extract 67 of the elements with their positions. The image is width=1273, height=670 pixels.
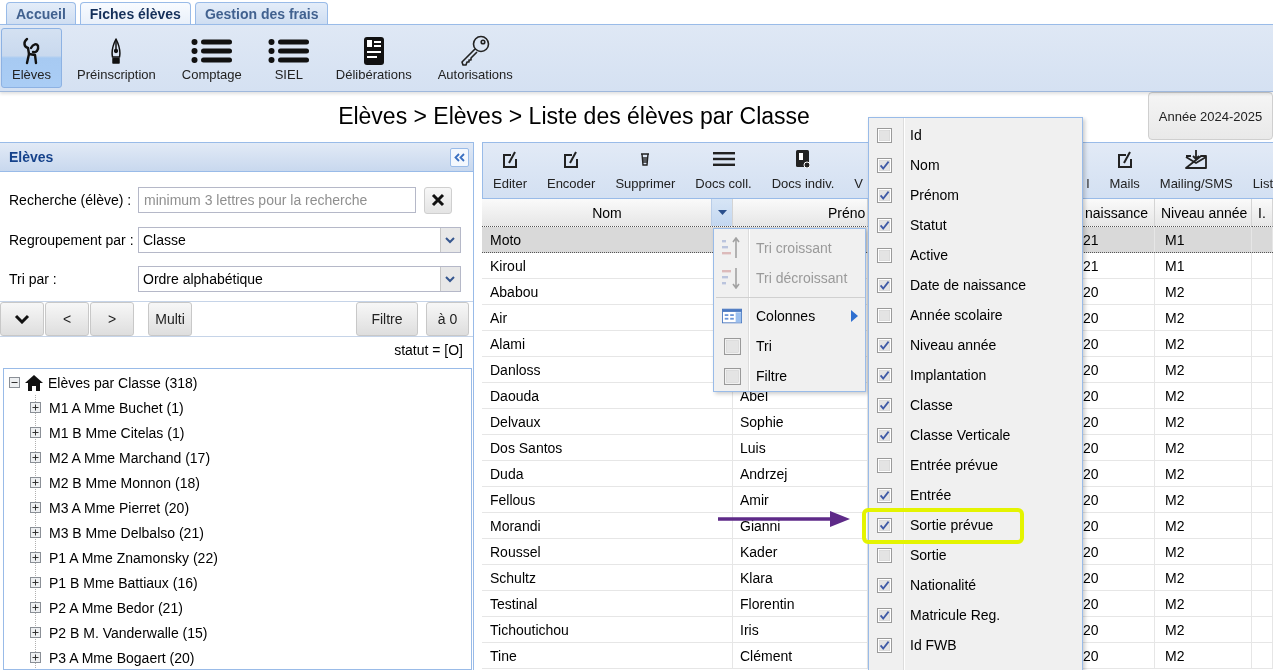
table-cell: Klara: [740, 569, 773, 586]
table-cell: 20: [1083, 647, 1099, 664]
table-cell: 20: [1083, 543, 1099, 560]
table-cell: 20: [1083, 465, 1099, 482]
table-cell: Sophie: [740, 413, 784, 430]
table-cell: Duda: [490, 465, 524, 482]
table-cell: M2: [1165, 465, 1185, 482]
table-cell: 21: [1083, 257, 1099, 274]
table-cell: Gianni: [740, 517, 781, 534]
table-cell: M2: [1165, 621, 1185, 638]
table-cell: M2: [1165, 335, 1185, 352]
table-cell: 20: [1083, 439, 1099, 456]
table-cell: Tine: [490, 647, 517, 664]
table-cell: Kiroul: [490, 257, 526, 274]
table-cell: 21: [1083, 231, 1099, 248]
table-cell: Testinal: [490, 595, 538, 612]
table-cell: Luis: [740, 439, 766, 456]
table-cell: Schultz: [490, 569, 536, 586]
field-label: Regroupement par :: [9, 232, 135, 248]
table-cell: 20: [1083, 569, 1099, 586]
table-cell: Florentin: [740, 595, 795, 612]
table-cell: 20: [1083, 413, 1099, 430]
table-cell: 20: [1083, 491, 1099, 508]
panel-title: Elèves: [9, 149, 54, 165]
table-cell: 20: [1083, 361, 1099, 378]
table-cell: M2: [1165, 413, 1185, 430]
table-cell: M2: [1165, 439, 1185, 456]
table-cell: 20: [1083, 595, 1099, 612]
table-cell: M2: [1165, 569, 1185, 586]
table-cell: M2: [1165, 283, 1185, 300]
table-cell: M2: [1165, 543, 1185, 560]
table-cell: Delvaux: [490, 413, 541, 430]
table-cell: Tichoutichou: [490, 621, 569, 638]
table-cell: Fellous: [490, 491, 536, 508]
table-cell: Air: [490, 309, 508, 326]
table-cell: Roussel: [490, 543, 541, 560]
table-cell: M2: [1165, 361, 1185, 378]
field-label: Recherche (élève) :: [9, 192, 133, 208]
status-filter: statut = [O]: [394, 342, 463, 358]
table-cell: M2: [1165, 387, 1185, 404]
table-cell: Danloss: [490, 361, 541, 378]
table-cell: M2: [1165, 309, 1185, 326]
table-cell: Moto: [490, 231, 522, 248]
table-cell: 20: [1083, 621, 1099, 638]
table-cell: M2: [1165, 517, 1185, 534]
page-title: Elèves > Elèves > Liste des élèves par Classe: [338, 102, 810, 130]
table-cell: Clément: [740, 647, 793, 664]
table-cell: Ababou: [490, 283, 539, 300]
table-cell: 20: [1083, 335, 1099, 352]
table-cell: M2: [1165, 647, 1185, 664]
table-cell: Amir: [740, 491, 769, 508]
field-label: Tri par :: [9, 271, 58, 287]
table-cell: 20: [1083, 283, 1099, 300]
table-cell: Kader: [740, 543, 778, 560]
table-cell: Daouda: [490, 387, 540, 404]
table-cell: Alami: [490, 335, 525, 352]
table-cell: Iris: [740, 621, 759, 638]
table-cell: 20: [1083, 387, 1099, 404]
table-cell: Andrzej: [740, 465, 788, 482]
table-cell: 20: [1083, 309, 1099, 326]
table-cell: M1: [1165, 231, 1185, 248]
table-cell: Dos Santos: [490, 439, 563, 456]
table-cell: M1: [1165, 257, 1185, 274]
table-cell: M2: [1165, 491, 1185, 508]
table-cell: 20: [1083, 517, 1099, 534]
table-cell: M2: [1165, 595, 1185, 612]
table-cell: Morandi: [490, 517, 541, 534]
